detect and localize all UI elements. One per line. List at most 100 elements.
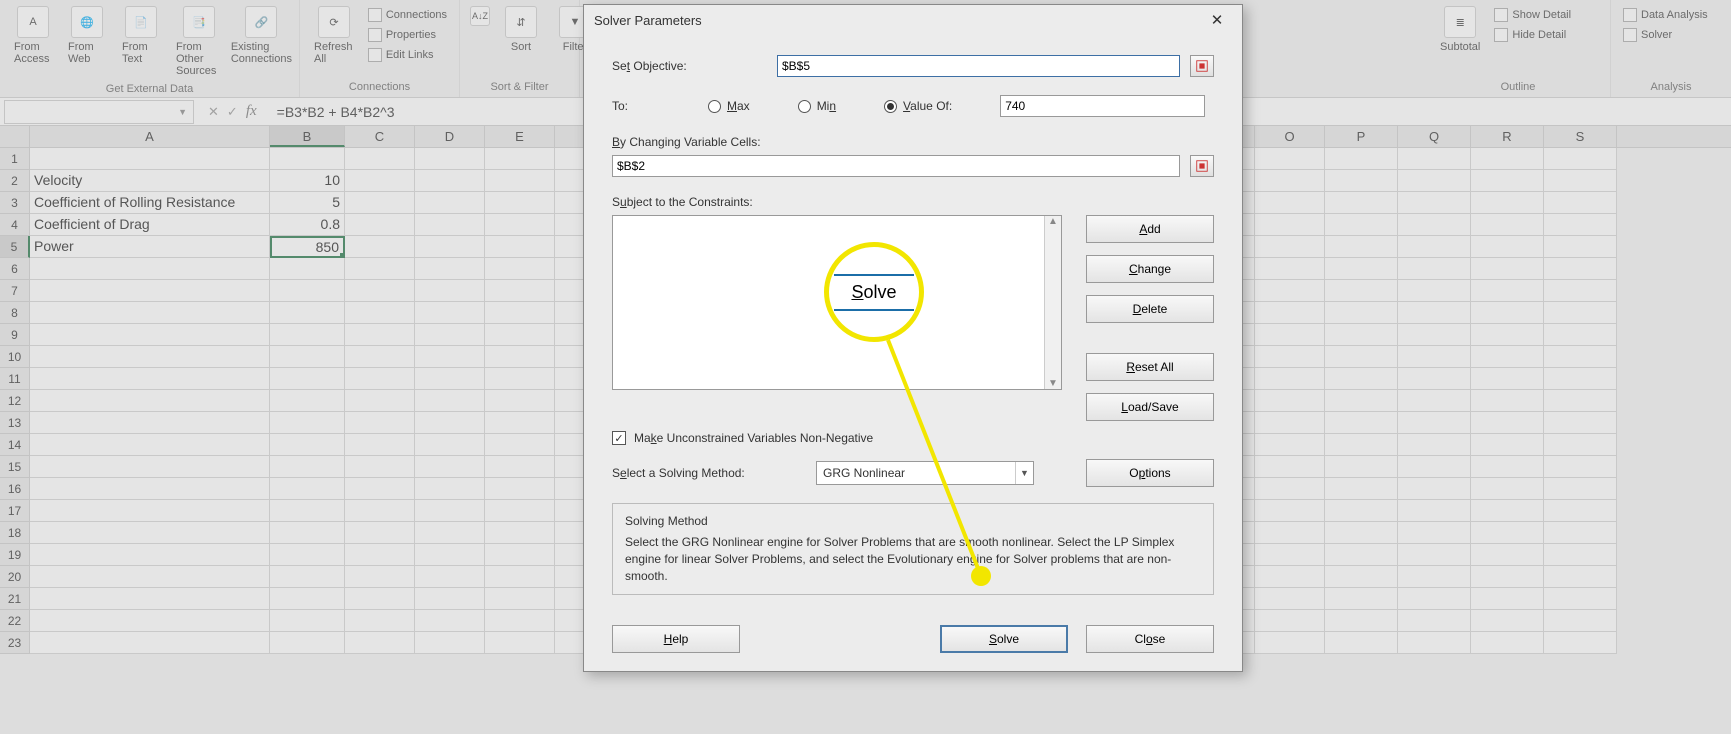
dialog-title-bar[interactable]: Solver Parameters ✕ [584,5,1242,35]
cell[interactable] [345,302,415,324]
cell[interactable] [270,544,345,566]
cell[interactable] [30,544,270,566]
cell[interactable] [1325,170,1398,192]
row-header[interactable]: 18 [0,522,30,544]
cell[interactable] [1471,346,1544,368]
cell[interactable] [30,412,270,434]
cell[interactable] [1544,390,1617,412]
cell[interactable] [1471,522,1544,544]
row-header[interactable]: 13 [0,412,30,434]
cell[interactable] [1325,280,1398,302]
cell[interactable] [1255,610,1325,632]
cell[interactable] [270,324,345,346]
cell[interactable] [1325,632,1398,654]
cell[interactable] [270,148,345,170]
row-header[interactable]: 3 [0,192,30,214]
cell[interactable] [1398,192,1471,214]
cell[interactable] [415,368,485,390]
cell[interactable] [1325,236,1398,258]
show-detail-item[interactable]: Show Detail [1490,6,1575,24]
cell[interactable] [30,302,270,324]
cell[interactable] [1544,456,1617,478]
cell[interactable] [345,390,415,412]
cell[interactable] [345,412,415,434]
name-box-dropdown-icon[interactable]: ▼ [178,107,187,117]
cell[interactable] [1471,324,1544,346]
cell[interactable] [415,280,485,302]
cell[interactable] [345,148,415,170]
col-header[interactable]: Q [1398,126,1471,147]
reset-all-button[interactable]: Reset All [1086,353,1214,381]
cell[interactable] [1398,610,1471,632]
cell[interactable] [485,434,555,456]
cell[interactable] [30,522,270,544]
cell[interactable] [485,346,555,368]
cell[interactable] [1325,566,1398,588]
solve-button[interactable]: Solve [940,625,1068,653]
cell[interactable] [1398,544,1471,566]
cell[interactable] [1471,434,1544,456]
cell[interactable] [345,588,415,610]
row-header[interactable]: 19 [0,544,30,566]
cell[interactable] [1544,412,1617,434]
cell[interactable] [1471,368,1544,390]
cell[interactable] [1325,390,1398,412]
sort-button[interactable]: ⇵Sort [496,2,546,57]
col-header[interactable]: B [270,126,345,147]
fx-icon[interactable]: fx [246,103,257,120]
row-header[interactable]: 15 [0,456,30,478]
cell[interactable] [345,434,415,456]
max-radio[interactable]: Max [708,99,750,113]
cell[interactable] [485,368,555,390]
cell[interactable] [1398,368,1471,390]
cell[interactable] [485,588,555,610]
cell[interactable] [1398,566,1471,588]
cell[interactable] [1544,610,1617,632]
cell[interactable]: 5 [270,192,345,214]
cell[interactable] [1471,544,1544,566]
row-header[interactable]: 10 [0,346,30,368]
cell[interactable] [270,610,345,632]
cell[interactable] [1255,412,1325,434]
cell[interactable] [1471,390,1544,412]
cell[interactable] [1544,478,1617,500]
row-header[interactable]: 6 [0,258,30,280]
cell[interactable] [345,346,415,368]
cell[interactable] [1471,456,1544,478]
cell[interactable] [1398,258,1471,280]
cell[interactable] [1325,324,1398,346]
cell[interactable] [1544,566,1617,588]
col-header[interactable]: S [1544,126,1617,147]
nonneg-checkbox[interactable]: ✓ [612,431,626,445]
cell[interactable] [1544,588,1617,610]
cell[interactable] [415,302,485,324]
cell[interactable] [415,544,485,566]
cell[interactable] [270,346,345,368]
row-header[interactable]: 9 [0,324,30,346]
cell[interactable] [1398,412,1471,434]
hide-detail-item[interactable]: Hide Detail [1490,26,1575,44]
cell[interactable] [415,456,485,478]
add-constraint-button[interactable]: Add [1086,215,1214,243]
from-other-sources-button[interactable]: 📑From Other Sources [170,2,228,81]
cell[interactable] [30,390,270,412]
cell[interactable] [270,434,345,456]
value-of-input[interactable] [1000,95,1205,117]
cell[interactable] [1255,390,1325,412]
cell[interactable] [1398,346,1471,368]
cell[interactable] [1255,566,1325,588]
cell[interactable]: Velocity [30,170,270,192]
cell[interactable] [1544,170,1617,192]
col-header[interactable]: O [1255,126,1325,147]
cell[interactable] [1325,588,1398,610]
col-header[interactable]: A [30,126,270,147]
cell[interactable] [1255,302,1325,324]
cell[interactable] [1255,478,1325,500]
cell[interactable] [485,522,555,544]
cell[interactable] [1398,170,1471,192]
cell[interactable] [485,148,555,170]
row-header[interactable]: 20 [0,566,30,588]
value-of-radio[interactable]: Value Of: [884,99,952,113]
cell[interactable] [1398,478,1471,500]
cell[interactable]: Power [30,236,270,258]
